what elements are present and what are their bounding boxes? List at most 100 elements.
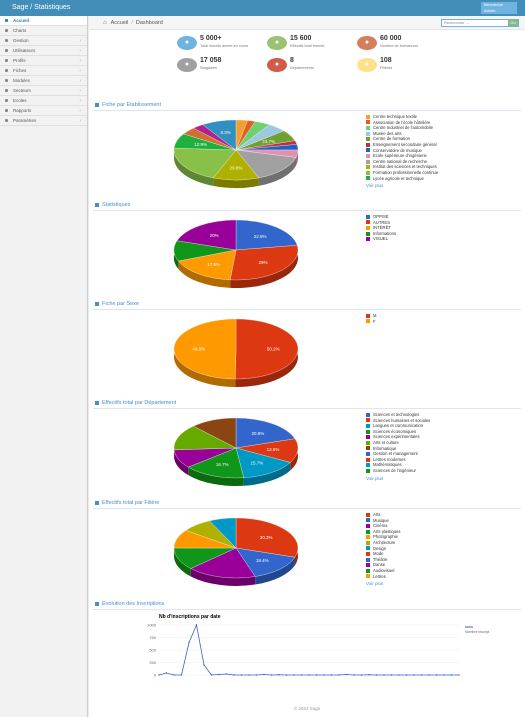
sidebar-item-2[interactable]: Gestion › xyxy=(0,36,87,46)
sidebar-item-3[interactable]: Utilisateurs › xyxy=(0,46,87,56)
data-point[interactable] xyxy=(353,674,355,676)
legend-item[interactable]: Lettres xyxy=(366,574,400,580)
legend-label: F xyxy=(373,318,376,324)
pie-label: 8.3% xyxy=(220,130,230,135)
data-point[interactable] xyxy=(390,674,393,676)
legend-swatch xyxy=(366,176,370,181)
legend-item[interactable]: F xyxy=(366,319,377,325)
sidebar-item-5[interactable]: Fiches › xyxy=(0,66,87,76)
menu-icon xyxy=(5,59,8,62)
legend-swatch xyxy=(366,214,370,219)
data-point[interactable] xyxy=(278,674,280,676)
y-tick-label: 0 xyxy=(154,673,157,678)
data-point[interactable] xyxy=(203,664,205,666)
sidebar-item-0[interactable]: Accueil xyxy=(0,16,87,26)
data-point[interactable] xyxy=(360,674,363,676)
pie-label: 50.2% xyxy=(267,347,280,352)
home-icon[interactable]: ⌂ xyxy=(103,20,107,26)
sidebar-item-label: Utilisateurs xyxy=(13,48,36,53)
pie-label: 18.4% xyxy=(256,558,269,563)
data-point[interactable] xyxy=(255,674,258,676)
data-point[interactable] xyxy=(195,624,198,626)
chevron-icon: › xyxy=(79,38,81,44)
data-point[interactable] xyxy=(338,674,340,676)
data-point[interactable] xyxy=(308,674,310,676)
data-point[interactable] xyxy=(173,674,175,676)
menu-icon xyxy=(5,49,8,52)
footer: © 2024 Sage xyxy=(293,706,321,711)
data-point[interactable] xyxy=(293,674,295,676)
more-link[interactable]: Voir plus xyxy=(366,476,430,482)
data-point[interactable] xyxy=(368,674,370,676)
pie-chart: 50.2% 49.8% xyxy=(173,318,299,387)
pie-slice[interactable] xyxy=(235,219,298,251)
data-point[interactable] xyxy=(218,673,220,676)
sidebar-item-1[interactable]: Charts xyxy=(0,26,87,36)
sidebar-item-6[interactable]: Modules › xyxy=(0,76,87,86)
data-point[interactable] xyxy=(450,674,453,676)
data-point[interactable] xyxy=(300,674,303,676)
data-point[interactable] xyxy=(270,674,273,676)
more-link[interactable]: Voir plus xyxy=(366,183,438,189)
legend-swatch xyxy=(366,131,370,136)
data-point[interactable] xyxy=(413,674,415,676)
sidebar-item-8[interactable]: Ecoles › xyxy=(0,96,87,106)
chart-title: Nb d'inscriptions par date xyxy=(159,614,221,620)
data-point[interactable] xyxy=(248,674,250,676)
data-point[interactable] xyxy=(345,673,348,676)
data-point[interactable] xyxy=(398,674,400,676)
data-point[interactable] xyxy=(285,674,288,676)
data-point[interactable] xyxy=(180,674,183,676)
data-point[interactable] xyxy=(210,674,213,676)
data-point[interactable] xyxy=(330,674,333,676)
breadcrumb-current: Dashboard xyxy=(135,19,163,26)
section-title-text: Effectifs total par Filière xyxy=(102,500,160,506)
sidebar-item-4[interactable]: Profils › xyxy=(0,56,87,66)
data-point[interactable] xyxy=(420,674,423,676)
legend-swatch xyxy=(366,165,370,170)
data-point[interactable] xyxy=(233,674,235,676)
legend-item[interactable]: Sciences de l'ingénieur xyxy=(366,468,430,474)
search-button[interactable]: Go xyxy=(508,20,518,26)
data-point[interactable] xyxy=(165,672,168,674)
sidebar-item-9[interactable]: Rapports › xyxy=(0,106,87,116)
data-point[interactable] xyxy=(443,674,445,676)
data-point[interactable] xyxy=(158,674,160,676)
legend-swatch xyxy=(366,148,370,153)
legend-item[interactable]: Lycée agricole et technique xyxy=(366,176,438,182)
breadcrumb-separator: / xyxy=(131,19,133,26)
legend-label: Lycée agricole et technique xyxy=(373,175,424,181)
chevron-icon: › xyxy=(79,48,81,54)
stat-card: ● 17 058 Stagiaires xyxy=(177,56,262,76)
more-link[interactable]: Voir plus xyxy=(366,581,400,587)
data-point[interactable] xyxy=(263,673,265,676)
data-point[interactable] xyxy=(458,674,460,676)
data-point[interactable] xyxy=(188,641,190,644)
chart-legend: Centre technique textile Association de l… xyxy=(366,114,438,189)
data-point[interactable] xyxy=(405,674,408,676)
legend-swatch xyxy=(366,518,370,523)
data-point[interactable] xyxy=(375,674,378,676)
legend-swatch xyxy=(366,529,370,534)
app-title[interactable]: Sage / Statistiques xyxy=(12,4,70,11)
data-point[interactable] xyxy=(435,674,438,676)
data-point[interactable] xyxy=(240,674,243,676)
legend-item[interactable]: VISUEL xyxy=(366,236,396,242)
data-point[interactable] xyxy=(323,674,325,676)
chart-icon xyxy=(95,601,99,606)
data-point[interactable] xyxy=(315,674,318,676)
sidebar-item-7[interactable]: Secteurs › xyxy=(0,86,87,96)
menu-icon xyxy=(5,69,8,72)
data-point[interactable] xyxy=(383,674,385,676)
breadcrumb-home[interactable]: Accueil xyxy=(111,20,129,26)
breadcrumb: ⌂ Accueil / Dashboard Rechercher ... Go xyxy=(89,16,525,30)
sidebar-item-10[interactable]: Paramètres › xyxy=(0,116,87,126)
data-point[interactable] xyxy=(225,673,228,675)
legend-swatch xyxy=(366,418,370,423)
search-input[interactable]: Rechercher ... Go xyxy=(441,19,519,27)
user-menu[interactable]: Bienvenue Admin xyxy=(481,2,517,14)
pie-chart: 22.5% 29% 17.5% 20% xyxy=(173,219,299,288)
pie-label: 12.9% xyxy=(194,142,207,147)
stat-value: 17 058 xyxy=(200,57,222,64)
data-point[interactable] xyxy=(428,674,430,676)
